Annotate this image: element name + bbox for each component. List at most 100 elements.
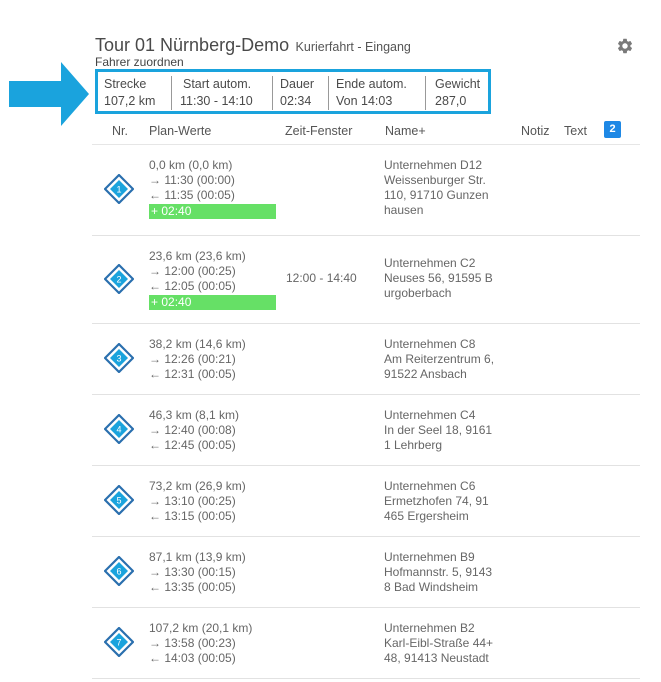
stop-row[interactable]: 6 87,1 km (13,9 km) → 13:30 (00:15) ← 13:35… [92, 537, 640, 608]
summary-label: Dauer [280, 77, 315, 91]
stop-name-address: Unternehmen C6 Ermetzhofen 74, 91 465 Erge… [384, 479, 489, 524]
tour-subtitle: Kurierfahrt - Eingang [295, 40, 411, 54]
plan-dep: ← 11:35 (00:05) [149, 188, 235, 202]
plan-values: 87,1 km (13,9 km) → 13:30 (00:15) ← 13:35 … [149, 550, 246, 595]
divider [272, 76, 273, 110]
stop-name-address: Unternehmen C4 In der Seel 18, 9161 1 Lehr… [384, 408, 492, 453]
summary-weight: Gewicht 287,0 [435, 76, 480, 112]
plan-dist: 46,3 km (8,1 km) [149, 408, 240, 422]
plan-dist: 107,2 km (20,1 km) [149, 621, 253, 635]
stop-number: 5 [116, 496, 121, 506]
divider [171, 76, 172, 110]
stop-address-line: Ermetzhofen 74, 91 [384, 494, 489, 508]
summary-value: 02:34 [280, 94, 312, 108]
plan-dep: ← 12:45 (00:05) [149, 438, 236, 452]
summary-value: 287,0 [435, 94, 467, 108]
plan-values: 46,3 km (8,1 km) → 12:40 (00:08) ← 12:45 (… [149, 408, 239, 453]
stop-address-line: 91522 Ansbach [384, 367, 467, 381]
plan-dist: 38,2 km (14,6 km) [149, 337, 246, 351]
stop-marker-icon: 6 [104, 556, 134, 586]
plan-arr: → 13:30 (00:15) [149, 565, 236, 579]
delay-badge: + 02:40 [149, 295, 276, 310]
stop-row[interactable]: 5 73,2 km (26,9 km) → 13:10 (00:25) ← 13:15… [92, 466, 640, 537]
divider [425, 76, 426, 110]
stop-company: Unternehmen B2 [384, 621, 475, 635]
column-note[interactable]: Notiz [521, 124, 549, 138]
stop-address-line: Hofmannstr. 5, 9143 [384, 565, 493, 579]
plan-dep: ← 14:03 (00:05) [149, 651, 236, 665]
stop-row[interactable]: 2 23,6 km (23,6 km) → 12:00 (00:25) ← 12:05… [92, 236, 640, 324]
summary-label: Gewicht [435, 77, 481, 91]
plan-dep: ← 12:05 (00:05) [149, 279, 236, 293]
stop-address-line: 465 Ergersheim [384, 509, 469, 523]
stop-address-line: hausen [384, 203, 424, 217]
column-nr[interactable]: Nr. [112, 124, 128, 138]
summary-distance: Strecke 107,2 km [104, 76, 155, 112]
plan-dep: ← 12:31 (00:05) [149, 367, 236, 381]
column-text[interactable]: Text [564, 124, 587, 138]
stop-company: Unternehmen B9 [384, 550, 475, 564]
plan-values: 0,0 km (0,0 km) → 11:30 (00:00) ← 11:35 (0… [149, 158, 276, 219]
stop-name-address: Unternehmen B9 Hofmannstr. 5, 9143 8 Bad W… [384, 550, 492, 595]
stop-address-line: Neuses 56, 91595 B [384, 271, 493, 285]
plan-arr: → 13:10 (00:25) [149, 494, 236, 508]
tour-header: Tour 01 Nürnberg-Demo Kurierfahrt - Eing… [95, 35, 411, 56]
stop-row[interactable]: 7 107,2 km (20,1 km) → 13:58 (00:23) ← 14:0… [92, 608, 640, 679]
arrow-right-icon [9, 62, 89, 126]
plan-values: 23,6 km (23,6 km) → 12:00 (00:25) ← 12:05 … [149, 249, 276, 310]
column-name[interactable]: Name+ [385, 124, 426, 138]
gear-icon[interactable] [616, 37, 634, 55]
summary-value: 11:30 - 14:10 [180, 94, 253, 108]
stop-address-line: 48, 91413 Neustadt [384, 651, 489, 665]
stop-address-line: 110, 91710 Gunzen [384, 188, 489, 202]
stop-address-line: Weissenburger Str. [384, 173, 486, 187]
stop-number: 7 [116, 638, 121, 648]
summary-duration: Dauer 02:34 [280, 76, 314, 112]
stop-name-address: Unternehmen C2 Neuses 56, 91595 Burgoberb… [384, 256, 493, 301]
stop-company: Unternehmen C6 [384, 479, 476, 493]
plan-values: 73,2 km (26,9 km) → 13:10 (00:25) ← 13:15 … [149, 479, 246, 524]
summary-label: Ende autom. [336, 77, 407, 91]
stop-company: Unternehmen C8 [384, 337, 476, 351]
stop-company: Unternehmen C4 [384, 408, 476, 422]
stop-row[interactable]: 4 46,3 km (8,1 km) → 12:40 (00:08) ← 12:45 … [92, 395, 640, 466]
summary-end: Ende autom. Von 14:03 [336, 76, 407, 112]
stop-name-address: Unternehmen B2 Karl-Eibl-Straße 44+ 48, 91… [384, 621, 493, 666]
count-badge[interactable]: 2 [604, 121, 621, 138]
summary-value: Von 14:03 [336, 94, 393, 108]
stop-number: 6 [116, 567, 121, 577]
plan-arr: → 12:26 (00:21) [149, 352, 236, 366]
column-plan-values[interactable]: Plan-Werte [149, 124, 211, 138]
tour-title: Tour 01 Nürnberg-Demo [95, 35, 290, 55]
plan-values: 107,2 km (20,1 km) → 13:58 (00:23) ← 14:03… [149, 621, 252, 666]
stop-list: 1 0,0 km (0,0 km) → 11:30 (00:00) ← 11:35 (… [92, 144, 640, 679]
stop-row[interactable]: 1 0,0 km (0,0 km) → 11:30 (00:00) ← 11:35 (… [92, 144, 640, 236]
delay-badge: + 02:40 [149, 204, 276, 219]
plan-dist: 0,0 km (0,0 km) [149, 158, 233, 172]
stop-marker-icon: 5 [104, 485, 134, 515]
stop-name-address: Unternehmen C8 Am Reiterzentrum 6, 91522 A… [384, 337, 494, 382]
plan-dist: 87,1 km (13,9 km) [149, 550, 246, 564]
summary-start: Start autom. 11:30 - 14:10 [180, 76, 253, 112]
column-time-window[interactable]: Zeit-Fenster [285, 124, 352, 138]
plan-dep: ← 13:15 (00:05) [149, 509, 236, 523]
plan-dep: ← 13:35 (00:05) [149, 580, 236, 594]
plan-arr: → 12:40 (00:08) [149, 423, 236, 437]
plan-dist: 23,6 km (23,6 km) [149, 249, 246, 263]
stop-address-line: 8 Bad Windsheim [384, 580, 479, 594]
stop-row[interactable]: 3 38,2 km (14,6 km) → 12:26 (00:21) ← 12:31… [92, 324, 640, 395]
plan-arr: → 12:00 (00:25) [149, 264, 236, 278]
stop-number: 2 [116, 275, 121, 285]
stop-address-line: urgoberbach [384, 286, 452, 300]
plan-arr: → 11:30 (00:00) [149, 173, 235, 187]
stop-marker-icon: 1 [104, 174, 134, 204]
summary-value: 107,2 km [104, 94, 156, 108]
plan-dist: 73,2 km (26,9 km) [149, 479, 246, 493]
stop-number: 4 [116, 425, 121, 435]
plan-values: 38,2 km (14,6 km) → 12:26 (00:21) ← 12:31 … [149, 337, 246, 382]
assign-driver-link[interactable]: Fahrer zuordnen [95, 55, 184, 69]
stop-address-line: Am Reiterzentrum 6, [384, 352, 495, 366]
time-window: 12:00 - 14:40 [286, 271, 357, 285]
summary-label: Strecke [104, 77, 147, 91]
stop-marker-icon: 4 [104, 414, 134, 444]
